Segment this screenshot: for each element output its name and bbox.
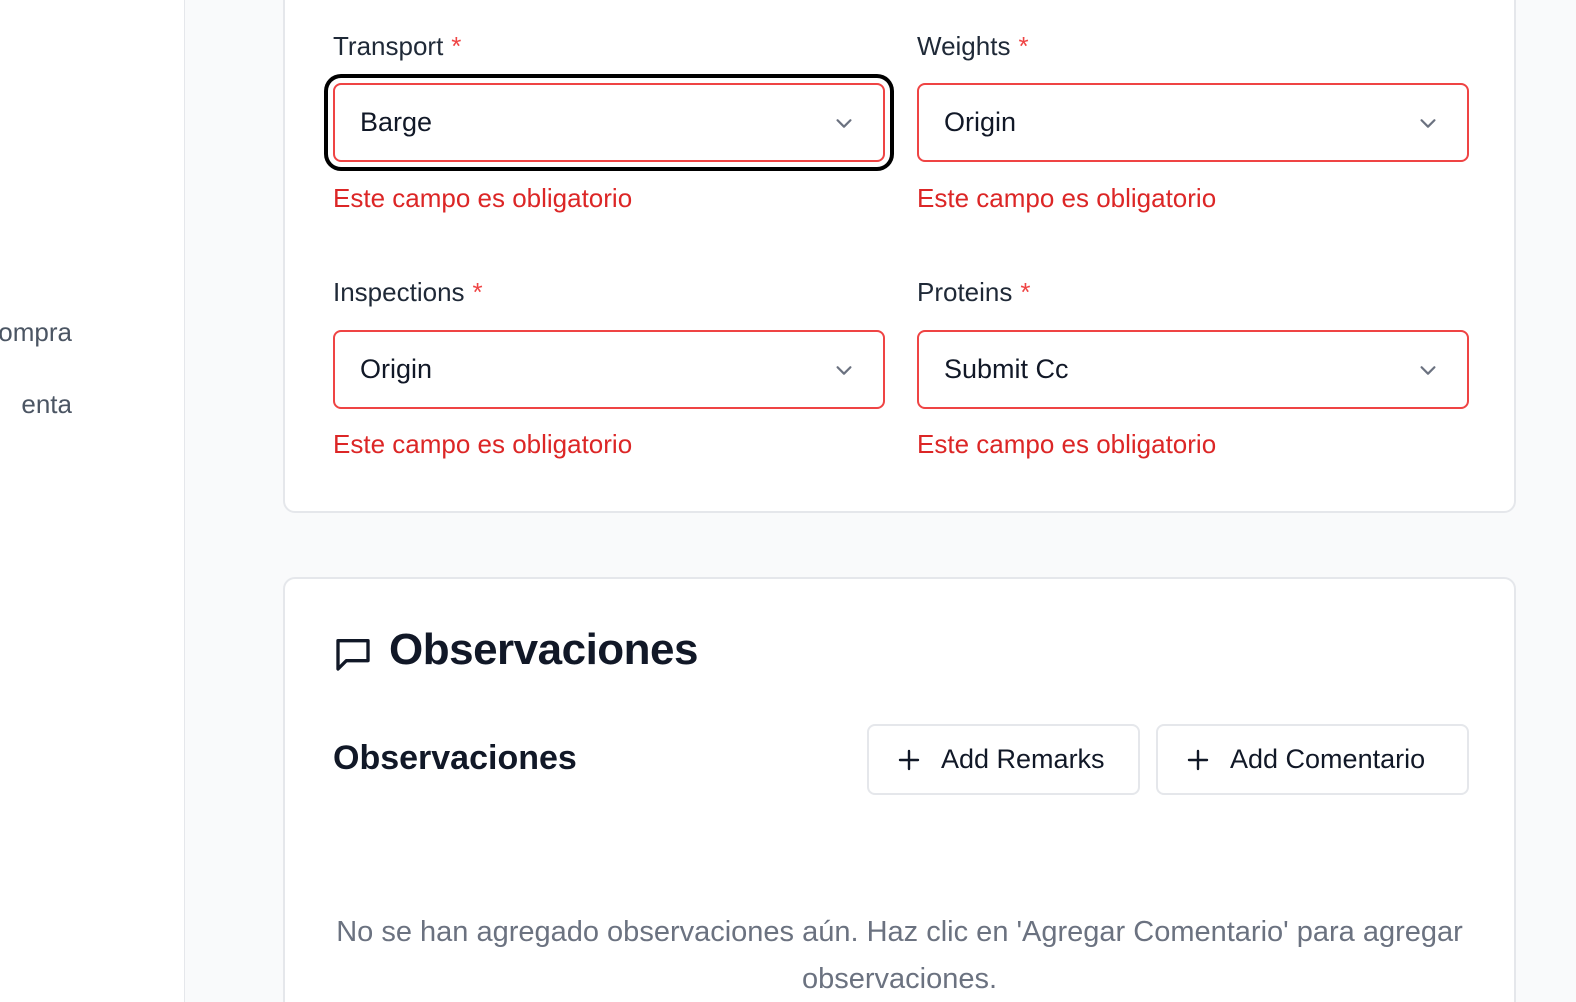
weights-label: Weights * [917,31,1029,62]
sidebar: ompra enta [0,0,185,1002]
inspections-select-value: Origin [360,354,433,384]
message-square-icon [336,639,370,671]
weights-error: Este campo es obligatorio [917,183,1217,213]
sidebar-item-venta[interactable]: enta [21,389,72,420]
inspections-select[interactable]: Origin [333,330,885,409]
add-comment-label: Add Comentario [1230,744,1426,774]
required-marker: * [1018,31,1029,61]
proteins-select-value: Submit Cc [944,354,1069,384]
proteins-label: Proteins * [917,277,1031,308]
plus-icon [1187,749,1209,770]
transport-error: Este campo es obligatorio [333,183,633,213]
add-remarks-button[interactable]: Add Remarks [867,724,1140,795]
plus-icon [898,749,920,770]
weights-select-value: Origin [944,107,1017,137]
weights-select[interactable]: Origin [917,83,1469,162]
logistics-form-card: Transport * Barge Este campo es obligator… [283,0,1516,513]
transport-select-value: Barge [360,107,433,137]
chevron-down-icon [1420,366,1436,375]
chevron-down-icon [1420,119,1436,128]
add-comment-button[interactable]: Add Comentario [1156,724,1469,795]
add-remarks-label: Add Remarks [941,744,1105,774]
proteins-label-text: Proteins [917,277,1013,307]
chevron-down-icon [836,366,852,375]
proteins-select[interactable]: Submit Cc [917,330,1469,409]
weights-label-text: Weights [917,31,1011,61]
transport-select[interactable]: Barge [333,83,885,162]
proteins-error: Este campo es obligatorio [917,429,1217,459]
required-marker: * [1020,277,1031,307]
chevron-down-icon [836,119,852,128]
transport-label-text: Transport [333,31,444,61]
observations-card: Observaciones Observaciones Add Remarks … [283,577,1516,1002]
observations-subtitle: Observaciones [333,739,577,777]
required-marker: * [451,31,462,61]
required-marker: * [472,277,483,307]
empty-state-message: No se han agregado observaciones aún. Ha… [336,916,1463,995]
sidebar-item-compra[interactable]: ompra [0,317,72,348]
transport-label: Transport * [333,31,461,62]
section-title: Observaciones [389,625,699,674]
inspections-label-text: Inspections [333,277,465,307]
inspections-error: Este campo es obligatorio [333,429,633,459]
inspections-label: Inspections * [333,277,483,308]
